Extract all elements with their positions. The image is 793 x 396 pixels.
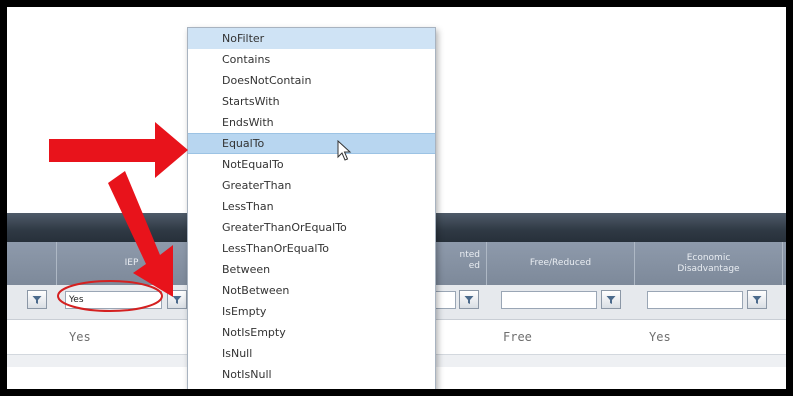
funnel-icon	[32, 295, 42, 304]
column-header-label: Free/Reduced	[529, 258, 592, 268]
funnel-icon	[172, 295, 182, 304]
economic-disadvantage-filter-button[interactable]	[747, 290, 767, 309]
free-reduced-filter-input[interactable]	[501, 291, 597, 309]
screenshot-frame: IEP nted ed Free/Reduced Economic Disadvan…	[0, 0, 793, 396]
menu-item-does-not-contain[interactable]: DoesNotContain	[188, 70, 435, 91]
economic-disadvantage-cell: Yes	[649, 330, 671, 344]
menu-item-between[interactable]: Between	[188, 259, 435, 280]
free-reduced-filter-button[interactable]	[601, 290, 621, 309]
column-header-partial[interactable]	[7, 242, 57, 285]
free-reduced-cell: Free	[503, 330, 532, 344]
economic-disadvantage-filter-input[interactable]	[647, 291, 743, 309]
menu-item-greater-than[interactable]: GreaterThan	[188, 175, 435, 196]
menu-item-not-is-empty[interactable]: NotIsEmpty	[188, 322, 435, 343]
funnel-icon	[464, 295, 474, 304]
column-header-iep[interactable]: IEP	[57, 242, 207, 285]
funnel-icon	[606, 295, 616, 304]
menu-item-not-equal-to[interactable]: NotEqualTo	[188, 154, 435, 175]
column-header-free-reduced[interactable]: Free/Reduced	[487, 242, 635, 285]
funnel-icon	[752, 295, 762, 304]
menu-item-not-between[interactable]: NotBetween	[188, 280, 435, 301]
menu-item-not-is-null[interactable]: NotIsNull	[188, 364, 435, 385]
menu-item-greater-than-or-equal-to[interactable]: GreaterThanOrEqualTo	[188, 217, 435, 238]
column-header-edge	[783, 242, 786, 285]
menu-item-equal-to[interactable]: EqualTo	[188, 133, 435, 154]
menu-item-is-empty[interactable]: IsEmpty	[188, 301, 435, 322]
mouse-pointer-icon	[337, 140, 352, 161]
column-header-economic-disadvantage[interactable]: Economic Disadvantage	[635, 242, 783, 285]
filter-button[interactable]	[459, 290, 479, 309]
menu-item-no-filter[interactable]: NoFilter	[188, 28, 435, 49]
iep-cell: Yes	[69, 330, 91, 344]
menu-item-less-than[interactable]: LessThan	[188, 196, 435, 217]
menu-item-is-null[interactable]: IsNull	[188, 343, 435, 364]
column-header-label: IEP	[124, 258, 139, 268]
menu-item-less-than-or-equal-to[interactable]: LessThanOrEqualTo	[188, 238, 435, 259]
iep-filter-button[interactable]	[167, 290, 187, 309]
menu-item-contains[interactable]: Contains	[188, 49, 435, 70]
column-header-label: nted ed	[459, 250, 480, 271]
column-header-partial-right[interactable]: nted ed	[434, 242, 487, 285]
iep-filter-input[interactable]	[65, 291, 162, 309]
menu-item-ends-with[interactable]: EndsWith	[188, 112, 435, 133]
filter-button[interactable]	[27, 290, 47, 309]
filter-input-partial[interactable]	[434, 291, 456, 309]
filter-operator-dropdown[interactable]: NoFilter Contains DoesNotContain StartsWith…	[187, 27, 436, 389]
arrow-right-icon	[49, 122, 188, 178]
menu-item-starts-with[interactable]: StartsWith	[188, 91, 435, 112]
column-header-label: Economic Disadvantage	[677, 252, 740, 274]
